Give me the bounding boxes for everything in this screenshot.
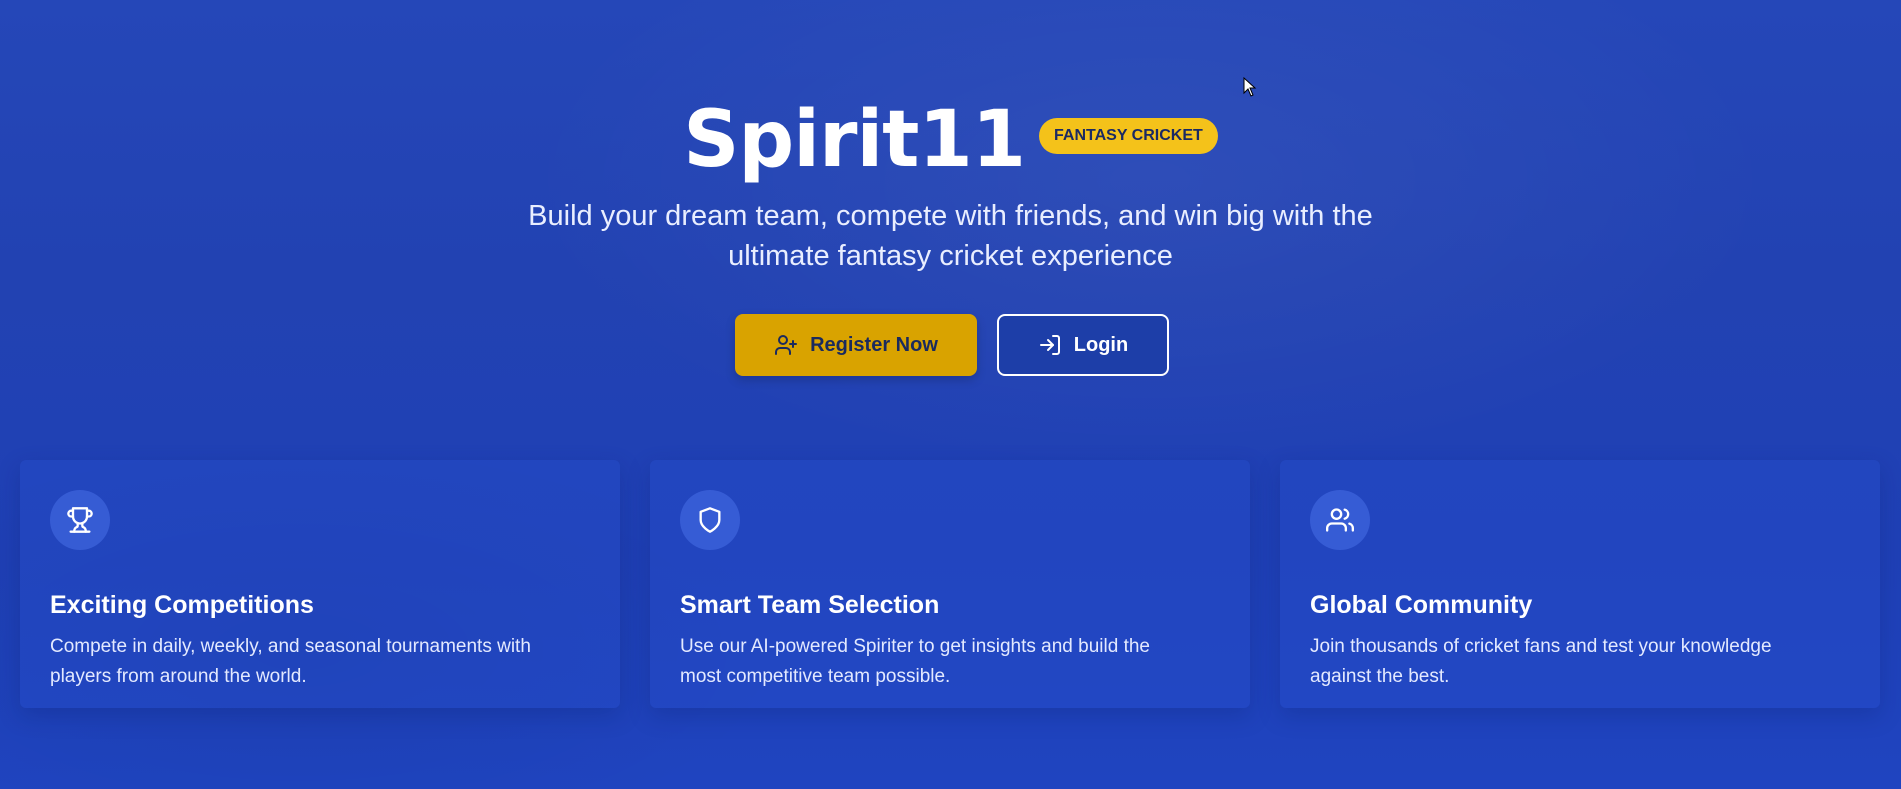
feature-description-line-2: players from around the world. — [50, 666, 307, 687]
register-now-label: Register Now — [810, 333, 938, 356]
feature-description: Join thousands of cricket fans and test … — [1310, 632, 1850, 692]
feature-card-competitions: Exciting Competitions Compete in daily, … — [20, 460, 620, 708]
tagline-line-2: ultimate fantasy cricket experience — [728, 240, 1173, 272]
feature-description-line-2: against the best. — [1310, 666, 1450, 687]
log-in-icon — [1038, 333, 1062, 357]
brand-title: Spirit11 — [683, 95, 1026, 185]
user-plus-icon — [774, 333, 798, 357]
hero-tagline: Build your dream team, compete with frie… — [0, 196, 1901, 276]
features-row: Exciting Competitions Compete in daily, … — [20, 460, 1882, 708]
cta-row: Register Now Login — [0, 314, 1901, 376]
users-icon — [1310, 490, 1370, 550]
tagline-line-1: Build your dream team, compete with frie… — [528, 200, 1373, 232]
feature-title: Smart Team Selection — [680, 591, 940, 619]
feature-card-team-selection: Smart Team Selection Use our AI-powered … — [650, 460, 1250, 708]
feature-card-community: Global Community Join thousands of crick… — [1280, 460, 1880, 708]
feature-title: Exciting Competitions — [50, 591, 314, 619]
feature-description-line-1: Join thousands of cricket fans and test … — [1310, 636, 1772, 657]
trophy-icon — [50, 490, 110, 550]
mouse-cursor-icon — [1243, 76, 1257, 102]
login-label: Login — [1073, 333, 1129, 356]
feature-description-line-2: most competitive team possible. — [680, 666, 951, 687]
shield-icon — [680, 490, 740, 550]
feature-description-line-1: Compete in daily, weekly, and seasonal t… — [50, 636, 531, 657]
feature-description: Use our AI-powered Spiriter to get insig… — [680, 632, 1220, 692]
register-now-button[interactable]: Register Now — [735, 314, 977, 376]
feature-description-line-1: Use our AI-powered Spiriter to get insig… — [680, 636, 1150, 657]
feature-title: Global Community — [1310, 591, 1533, 619]
title-row: Spirit11 FANTASY CRICKET — [0, 95, 1901, 185]
login-button[interactable]: Login — [997, 314, 1169, 376]
feature-description: Compete in daily, weekly, and seasonal t… — [50, 632, 590, 692]
fantasy-cricket-badge: FANTASY CRICKET — [1039, 118, 1218, 154]
